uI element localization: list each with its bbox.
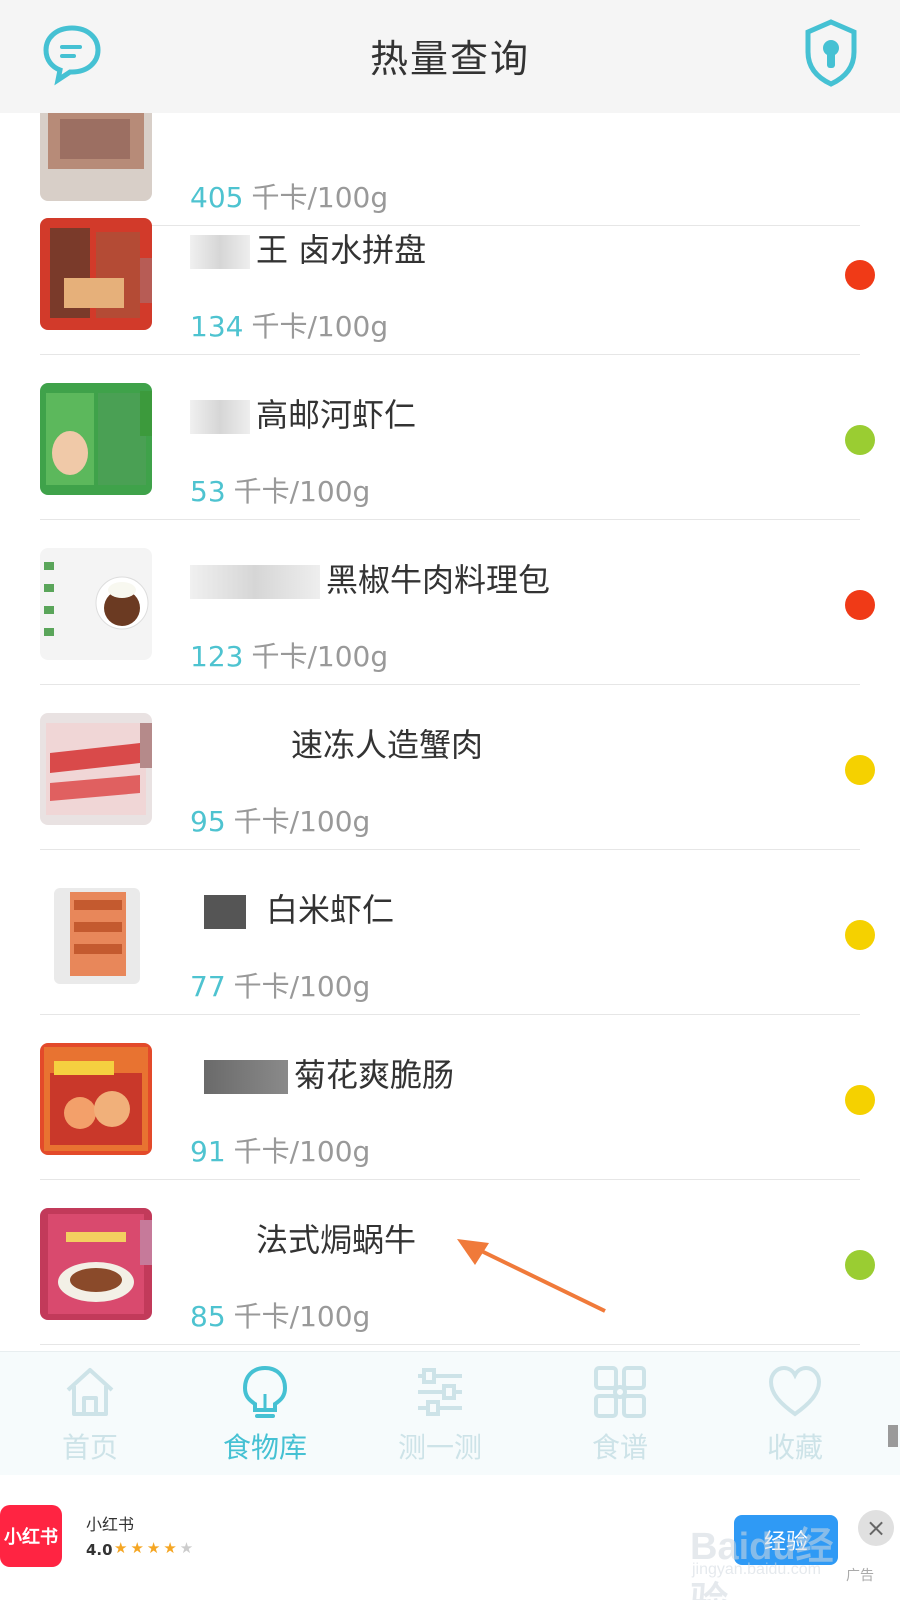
food-thumbnail (40, 113, 152, 201)
list-item[interactable]: 高邮河虾仁 53 千卡/100g (0, 355, 900, 520)
food-thumbnail (40, 1043, 152, 1155)
heart-icon (768, 1365, 822, 1417)
calorie-value: 95 千卡/100g (190, 805, 371, 838)
calorie-value: 123 千卡/100g (190, 640, 389, 673)
status-dot (845, 1085, 875, 1115)
scrollbar[interactable] (888, 1425, 898, 1447)
tab-label: 测一测 (397, 1431, 482, 1464)
list-item[interactable]: 黑椒牛肉料理包 123 千卡/100g (0, 520, 900, 685)
lightbulb-icon (242, 1365, 288, 1418)
tab-label: 首页 (61, 1431, 118, 1464)
food-name: 法式焗蜗牛 (190, 1215, 416, 1261)
food-thumbnail (40, 218, 152, 330)
bottom-tab-bar: 首页 食物库 测一测 食谱 收藏 (0, 1351, 900, 1475)
calorie-value: 91 千卡/100g (190, 1135, 371, 1168)
grid-icon (594, 1366, 646, 1418)
calorie-value: 134 千卡/100g (190, 310, 389, 343)
calorie-value: 77 千卡/100g (190, 970, 371, 1003)
list-item[interactable]: 白米虾仁 77 千卡/100g (0, 850, 900, 1015)
app-logo[interactable]: 小红书 (0, 1505, 62, 1567)
food-name: 速冻人造蟹肉 (190, 720, 483, 766)
list-item[interactable]: 菊花爽脆肠 91 千卡/100g (0, 1015, 900, 1180)
tab-recipes[interactable]: 食谱 (550, 1364, 690, 1466)
list-item[interactable]: 法式焗蜗牛 85 千卡/100g (0, 1180, 900, 1345)
food-thumbnail (40, 548, 152, 660)
page-title: 热量查询 (369, 37, 530, 81)
food-list: 405 千卡/100g 王 卤水拼盘 134 千卡/100g 高邮河虾仁 53 千卡/… (0, 113, 900, 1351)
food-name: 王 卤水拼盘 (190, 225, 426, 271)
status-dot (845, 425, 875, 455)
tab-food-library[interactable]: 食物库 (195, 1364, 335, 1466)
ad-app-name: 小红书 (86, 1515, 135, 1534)
home-icon (66, 1368, 114, 1416)
annotation-arrow (457, 1239, 606, 1313)
calorie-value: 53 千卡/100g (190, 475, 371, 508)
food-thumbnail (40, 713, 152, 825)
food-name: 高邮河虾仁 (190, 390, 416, 436)
food-name: 菊花爽脆肠 (190, 1050, 454, 1096)
divider (40, 1344, 860, 1345)
list-item[interactable]: 王 卤水拼盘 134 千卡/100g (0, 190, 900, 355)
tab-measure[interactable]: 测一测 (370, 1364, 510, 1466)
tab-label: 食谱 (591, 1431, 648, 1464)
status-dot (845, 920, 875, 950)
ad-banner[interactable]: 小红书 小红书 4.0 ★★★★★ 经验 Baidu经验 jingyan.bai… (0, 1475, 900, 1600)
tab-home[interactable]: 首页 (20, 1364, 160, 1466)
ad-tag: 广告 (846, 1568, 874, 1584)
watermark: Baidu经验 jingyan.baidu.com (690, 1526, 834, 1600)
food-name: 黑椒牛肉料理包 (190, 555, 550, 601)
food-thumbnail (40, 1208, 152, 1320)
sliders-icon (418, 1368, 462, 1416)
tab-label: 收藏 (766, 1431, 823, 1464)
food-name: 白米虾仁 (190, 885, 394, 931)
tab-label: 食物库 (222, 1431, 307, 1464)
ad-rating: 4.0 (86, 1541, 113, 1559)
close-icon[interactable]: × (858, 1510, 894, 1546)
shield-lock-icon[interactable] (802, 18, 860, 88)
status-dot (845, 590, 875, 620)
food-thumbnail (40, 878, 152, 990)
list-item[interactable]: 速冻人造蟹肉 95 千卡/100g (0, 685, 900, 850)
status-dot (845, 1250, 875, 1280)
app-header: 热量查询 (0, 0, 900, 113)
calorie-value: 85 千卡/100g (190, 1300, 371, 1333)
status-dot (845, 755, 875, 785)
star-rating-icon: ★★★★★ (114, 1539, 197, 1557)
status-dot (845, 260, 875, 290)
food-thumbnail (40, 383, 152, 495)
tab-favorites[interactable]: 收藏 (725, 1364, 865, 1466)
